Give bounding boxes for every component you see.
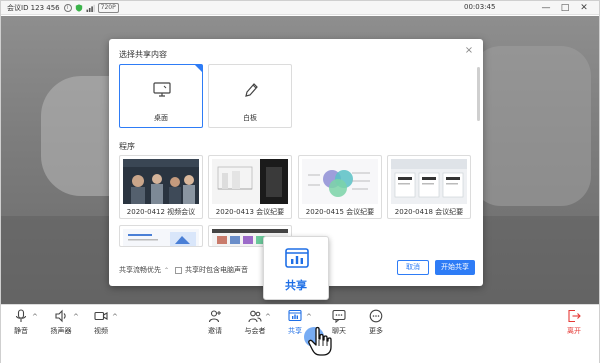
app-window-tile[interactable]: 2020-0418 会议纪要 [387,155,471,219]
toolbar-label: 静音 [14,327,28,335]
app-label: 2020-0415 会议纪要 [305,208,375,216]
bottom-margin [1,343,599,363]
maximize-button[interactable]: □ [559,2,571,14]
meeting-toolbar: 静音 ^ 扬声器 ^ 视频 ^ 邀请 与会者 ^ 共享 ^ 聊天 更多 离开 [1,304,599,342]
hand-cursor-icon [308,326,332,356]
tile-label: 桌面 [154,114,168,122]
fluency-label: 共享流畅优先 [119,266,161,274]
invite-button[interactable]: 邀请 [197,309,233,341]
toolbar-label: 视频 [94,327,108,335]
programs-section-label: 程序 [119,142,135,151]
dialog-title: 选择共享内容 [119,50,167,59]
chat-icon [332,309,346,323]
app-label: 2020-0413 会议纪要 [215,208,285,216]
fluency-priority-dropdown[interactable]: 共享流畅优先 ⌃ [119,265,169,275]
dialog-close-button[interactable]: × [463,45,475,57]
app-thumbnail [212,159,288,204]
app-window-tile[interactable]: 2020-0413 会议纪要 [208,155,292,219]
app-thumbnail [123,229,199,246]
share-desktop-tile[interactable]: 桌面 [119,64,203,128]
shield-icon [75,3,82,12]
signal-icon [86,4,95,12]
close-window-button[interactable]: ✕ [578,2,590,14]
pencil-icon [245,83,258,97]
app-window-tile[interactable]: 2020-0412 视频会议 [119,155,203,219]
more-button[interactable]: 更多 [358,309,394,341]
app-thumbnail [302,159,378,204]
microphone-icon [15,309,27,322]
leave-icon [568,309,581,323]
share-whiteboard-tile[interactable]: 白板 [208,64,292,128]
toolbar-label: 邀请 [208,327,222,335]
speaker-options-caret[interactable]: ^ [73,313,79,321]
start-share-button[interactable]: 开始共享 [435,260,475,275]
toolbar-label: 扬声器 [50,327,72,335]
participants-icon [248,310,262,323]
meeting-timer: 00:03:45 [464,3,496,11]
include-audio-option[interactable]: 共享时包含电脑声音 [175,265,248,275]
camera-icon [94,311,108,321]
share-screen-icon [285,248,309,268]
resolution-badge: 720P [97,2,119,13]
video-shape [471,46,591,206]
info-icon[interactable]: i [63,3,72,12]
more-icon [369,309,383,323]
app-window-tile[interactable] [119,225,203,247]
monitor-icon [153,82,171,97]
title-bar: 会议ID 123 456 i 720P 00:03:45 — □ ✕ [1,1,599,15]
participants-options-caret[interactable]: ^ [265,313,271,321]
share-screen-icon [288,309,302,322]
speaker-icon [55,309,66,323]
mute-options-caret[interactable]: ^ [32,313,38,321]
app-label: 2020-0412 视频会议 [126,208,196,216]
toolbar-label: 与会者 [244,327,266,335]
leave-button[interactable]: 离开 [556,309,592,341]
chevron-up-icon: ⌃ [164,266,170,274]
dialog-scrollbar[interactable] [477,67,480,121]
app-thumbnail [391,159,467,204]
share-callout: 共享 [263,236,329,300]
callout-label: 共享 [285,279,307,292]
include-audio-label: 共享时包含电脑声音 [185,266,248,274]
app-thumbnail [123,159,199,204]
app-window-tile[interactable]: 2020-0415 会议纪要 [298,155,382,219]
toolbar-label: 更多 [369,327,383,335]
meeting-window: 会议ID 123 456 i 720P 00:03:45 — □ ✕ 选择共享内… [0,0,600,363]
toolbar-label: 离开 [567,327,581,335]
video-options-caret[interactable]: ^ [112,313,118,321]
minimize-button[interactable]: — [540,2,552,14]
tile-label: 白板 [243,114,257,122]
app-label: 2020-0418 会议纪要 [394,208,464,216]
include-audio-checkbox[interactable] [175,266,182,274]
selected-corner-mark [195,65,202,72]
invite-icon [208,310,221,323]
share-options-caret[interactable]: ^ [306,313,312,321]
cancel-button[interactable]: 取消 [397,260,429,275]
meeting-id: 会议ID 123 456 [7,3,60,12]
